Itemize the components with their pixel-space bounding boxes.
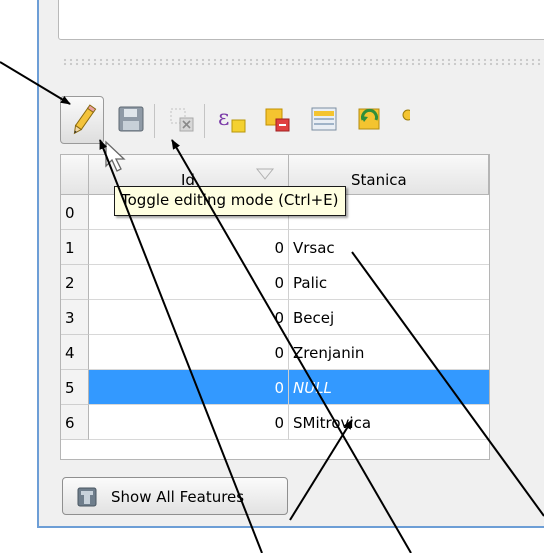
arrow-to-null-cell bbox=[289, 419, 353, 521]
annotation-arrows bbox=[0, 61, 544, 553]
arrow-to-save-edits bbox=[171, 139, 412, 553]
arrow-to-toggle-editing bbox=[0, 61, 71, 105]
arrow-to-cursor bbox=[99, 139, 263, 553]
arrow-line-right bbox=[351, 251, 544, 517]
